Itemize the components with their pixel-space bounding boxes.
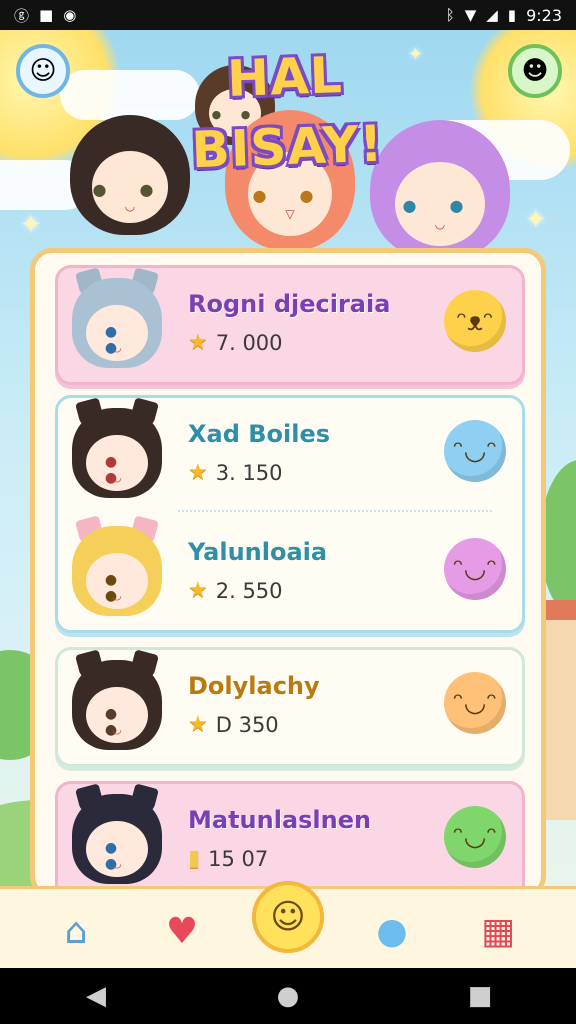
player-score: ▮ 15 07: [188, 846, 268, 871]
game-title: HAL BISAY!: [190, 46, 385, 180]
sparkle-decoration: ✦: [20, 210, 42, 240]
player-score: ★ D 350: [188, 712, 279, 737]
score-value: 7. 000: [215, 330, 283, 355]
star-icon: ★: [188, 712, 208, 737]
orange-hair-mascot-icon: ᵔ◡ᵔ: [444, 672, 506, 734]
leaderboard-panel: ● ● ◡ Rogni djeciraia ★ 7. 000 ᵔᴥᵔ ● ● ◡ X…: [30, 248, 546, 898]
profile-avatar-button[interactable]: ☺: [16, 44, 70, 98]
home-icon[interactable]: ⌂: [46, 901, 106, 961]
player-name: Dolylachy: [188, 672, 320, 700]
player-name: Yalunloaia: [188, 538, 328, 566]
battery-icon: ▮: [507, 6, 517, 24]
player-avatar: ● ● ◡: [72, 783, 162, 884]
player-avatar: ● ● ◡: [72, 267, 162, 368]
eye-icon: ◉: [63, 6, 77, 24]
leaderboard-card[interactable]: ● ● ◡ Dolylachy ★ D 350 ᵔ◡ᵔ: [55, 647, 525, 767]
player-name: Rogni djeciraia: [188, 290, 391, 318]
player-score: ★ 7. 000: [188, 330, 283, 355]
player-avatar: ● ● ◡: [72, 649, 162, 750]
wifi-icon: ▼: [464, 6, 477, 24]
score-value: 3. 150: [215, 460, 283, 485]
divider: [178, 510, 492, 512]
status-time: 9:23: [526, 5, 562, 25]
player-avatar: ● ● ◡: [72, 397, 162, 498]
signal-icon: ◢: [486, 6, 498, 24]
chat-bubble-icon[interactable]: ●: [362, 901, 422, 961]
note-icon: ▮: [188, 846, 201, 871]
status-bar: ⓖ ■ ◉ ᛒ ▼ ◢ ▮ 9:23: [0, 0, 576, 30]
bluetooth-icon: ᛒ: [445, 6, 455, 24]
app-icon: ⓖ: [14, 6, 30, 25]
player-name: Matunlaslnen: [188, 806, 372, 834]
blue-blob-mascot-icon: ᵔ◡ᵔ: [444, 420, 506, 482]
pink-blob-mascot-icon: ᵔ◡ᵔ: [444, 538, 506, 600]
home-circle-icon[interactable]: ●: [258, 981, 318, 1011]
star-icon: ★: [188, 460, 208, 485]
smile-face-icon: ☺: [29, 56, 57, 86]
green-blob-mascot-icon: ᵔ◡ᵔ: [444, 806, 506, 868]
character-purple-hair: ● ● ◡: [370, 120, 510, 260]
leaderboard-entry[interactable]: ● ● ◡ Yalunloaia ★ 2. 550 ᵔ◡ᵔ: [58, 515, 522, 631]
score-value: D 350: [215, 712, 279, 737]
heart-icon[interactable]: ♥: [152, 901, 212, 961]
score-value: 15 07: [208, 846, 269, 871]
mascot-menu-button[interactable]: ☻: [508, 44, 562, 98]
calendar-icon[interactable]: ▦: [468, 901, 528, 961]
system-navigation-bar: ◀ ● ■: [0, 968, 576, 1024]
player-name: Xad Boiles: [188, 420, 331, 448]
back-icon[interactable]: ◀: [66, 981, 126, 1011]
player-avatar: ● ● ◡: [72, 515, 162, 616]
star-icon: ★: [188, 578, 208, 603]
leaderboard-entry[interactable]: ● ● ◡ Rogni djeciraia ★ 7. 000 ᵔᴥᵔ: [58, 267, 522, 383]
leaderboard-entry[interactable]: ● ● ◡ Xad Boiles ★ 3. 150 ᵔ◡ᵔ: [58, 397, 522, 513]
square-icon: ■: [39, 6, 54, 24]
character-black-hair: ● ● ◡: [70, 115, 190, 235]
leaderboard-entry[interactable]: ● ● ◡ Dolylachy ★ D 350 ᵔ◡ᵔ: [58, 649, 522, 765]
star-icon: ★: [188, 330, 208, 355]
recents-icon[interactable]: ■: [450, 981, 510, 1011]
leaderboard-card[interactable]: ● ● ◡ Rogni djeciraia ★ 7. 000 ᵔᴥᵔ: [55, 265, 525, 385]
bottom-navigation: ⌂ ♥ ☺ ● ▦: [0, 881, 576, 971]
leaderboard-card[interactable]: ● ● ◡ Xad Boiles ★ 3. 150 ᵔ◡ᵔ ● ● ◡ Yalunl…: [55, 395, 525, 633]
player-score: ★ 3. 150: [188, 460, 283, 485]
smile-icon[interactable]: ☺: [252, 881, 324, 953]
green-blob-icon: ☻: [521, 56, 549, 86]
cat-face-mascot-icon: ᵔᴥᵔ: [444, 290, 506, 352]
score-value: 2. 550: [215, 578, 283, 603]
player-score: ★ 2. 550: [188, 578, 283, 603]
sparkle-decoration: ✦: [525, 205, 547, 235]
